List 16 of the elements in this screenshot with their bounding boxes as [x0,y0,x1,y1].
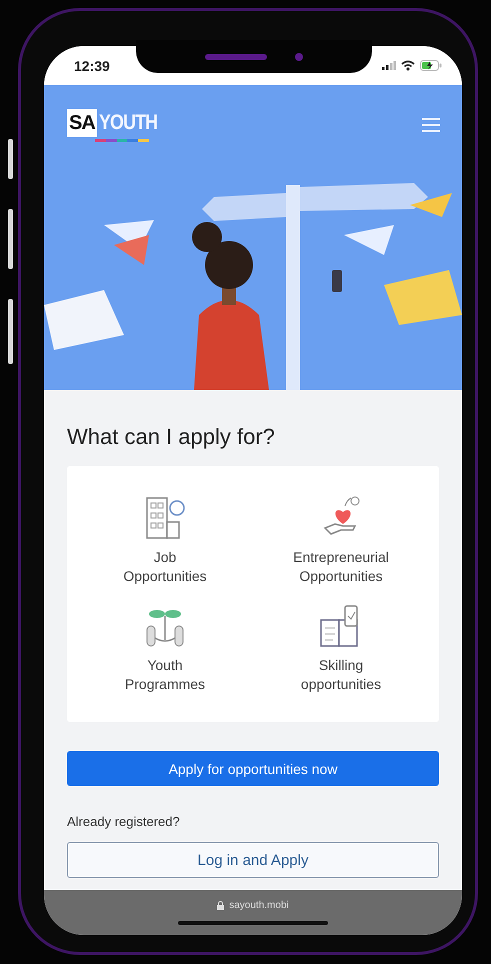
login-prompt: Already registered? [67,813,181,830]
option-tile[interactable]: Skilling opportunities [253,594,429,702]
option-tile[interactable]: Job Opportunities [77,486,253,594]
option-tile[interactable]: Entrepreneurial Opportunities [253,486,429,594]
wifi-icon [401,60,415,71]
login-button[interactable]: Log in and Apply [67,842,439,878]
signal-icon [382,61,396,70]
status-time: 12:39 [74,58,110,74]
battery-icon [420,60,442,71]
option-tile[interactable]: Youth Programmes [77,594,253,702]
url-text: sayouth.mobi [229,900,289,911]
logo: SA YOUTH [67,108,168,142]
menu-button[interactable] [420,116,442,134]
apply-button[interactable]: Apply for opportunities now [67,751,439,786]
section-title: What can I apply for? [67,424,276,450]
lock-icon [217,901,224,910]
